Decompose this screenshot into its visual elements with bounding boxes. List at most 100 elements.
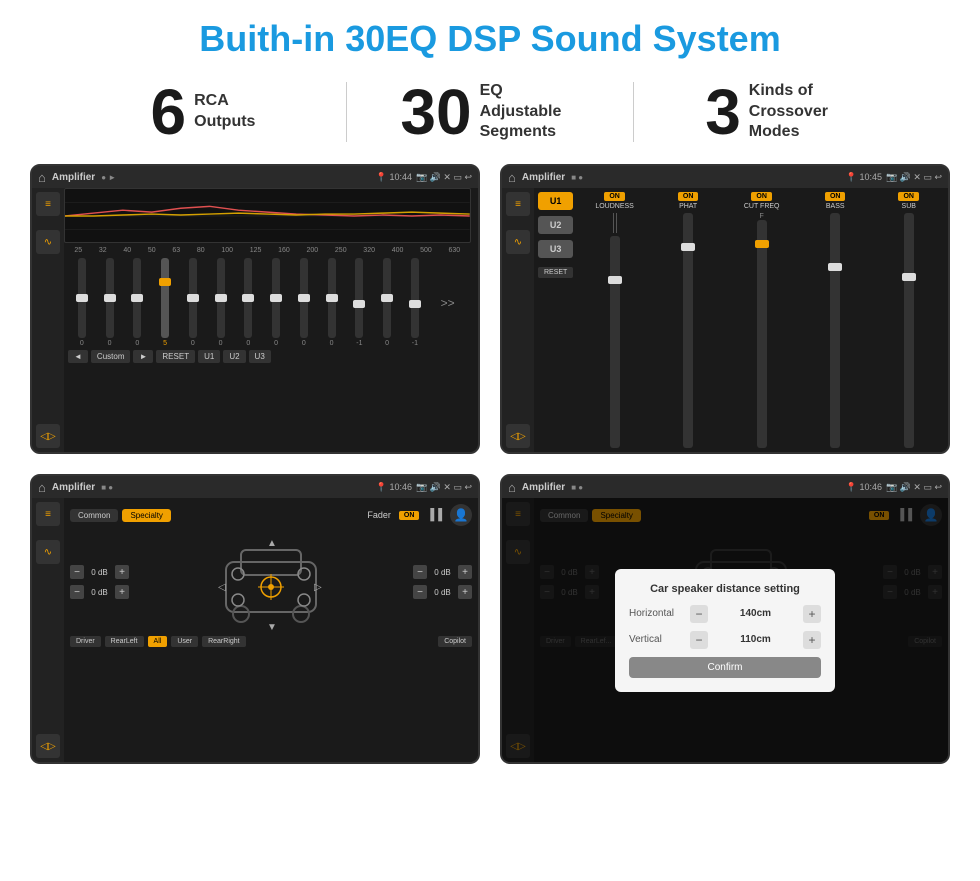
xover-u1-btn[interactable]: U1 bbox=[538, 192, 573, 210]
loudness-on-btn[interactable]: ON bbox=[604, 192, 625, 201]
fader-home-icon[interactable]: ⌂ bbox=[38, 480, 46, 495]
sub-on-btn[interactable]: ON bbox=[898, 192, 919, 201]
fader-status-bar: ⌂ Amplifier ■ ● 📍 10:46 📷 🔊 ✕ ▭ ↩ bbox=[32, 476, 478, 498]
xover-u2-btn[interactable]: U2 bbox=[538, 216, 573, 234]
db-control-2: − 0 dB + bbox=[70, 585, 129, 599]
driver-btn[interactable]: Driver bbox=[70, 636, 101, 647]
eq-more[interactable]: >> bbox=[439, 294, 457, 312]
dialog-dots: ■ ● bbox=[571, 483, 583, 492]
xover-status-icons: 📷 🔊 ✕ ▭ ↩ bbox=[886, 172, 942, 183]
xover-sub: ON SUB bbox=[873, 192, 944, 448]
svg-text:▼: ▼ bbox=[267, 622, 277, 632]
fader-ctrl-filter[interactable]: ≡ bbox=[36, 502, 60, 526]
db3-value: 0 dB bbox=[430, 568, 455, 577]
xover-ctrl-volume[interactable]: ◁▷ bbox=[506, 424, 530, 448]
xover-bass: ON BASS bbox=[800, 192, 871, 448]
eq-slider-7: 0 bbox=[244, 258, 252, 347]
eq-u1-btn[interactable]: U1 bbox=[198, 350, 220, 363]
xover-u3-btn[interactable]: U3 bbox=[538, 240, 573, 258]
common-tab[interactable]: Common bbox=[70, 509, 118, 522]
db1-minus-btn[interactable]: − bbox=[70, 565, 84, 579]
fader-status-icons: 📷 🔊 ✕ ▭ ↩ bbox=[416, 482, 472, 493]
eq-slider-4: 5 bbox=[161, 258, 169, 347]
all-btn[interactable]: All bbox=[148, 636, 168, 647]
db4-minus-btn[interactable]: − bbox=[413, 585, 427, 599]
fader-ctrl-wave[interactable]: ∿ bbox=[36, 540, 60, 564]
vertical-plus-btn[interactable]: + bbox=[803, 631, 821, 649]
fader-screen-content: ≡ ∿ ◁▷ Common Specialty Fader ON ▐▐ 👤 − bbox=[32, 498, 478, 762]
home-icon[interactable]: ⌂ bbox=[38, 170, 46, 185]
xover-ctrl-filter[interactable]: ≡ bbox=[506, 192, 530, 216]
db3-plus-btn[interactable]: + bbox=[458, 565, 472, 579]
fader-ctrl-volume[interactable]: ◁▷ bbox=[36, 734, 60, 758]
db1-value: 0 dB bbox=[87, 568, 112, 577]
fader-center-controls: − 0 dB + − 0 dB + bbox=[70, 532, 472, 632]
eq-custom-btn[interactable]: Custom bbox=[91, 350, 131, 363]
rearright-btn[interactable]: RearRight bbox=[202, 636, 246, 647]
user-btn[interactable]: User bbox=[171, 636, 198, 647]
vertical-minus-btn[interactable]: − bbox=[690, 631, 708, 649]
rearleft-btn[interactable]: RearLeft bbox=[105, 636, 144, 647]
fader-time: 📍 10:46 bbox=[376, 482, 412, 493]
fader-tabs-row: Common Specialty Fader ON ▐▐ 👤 bbox=[70, 504, 472, 526]
eq-slider-13: -1 bbox=[411, 258, 419, 347]
eq-ctrl-volume[interactable]: ◁▷ bbox=[36, 424, 60, 448]
fader-main-area: Common Specialty Fader ON ▐▐ 👤 − 0 dB + bbox=[64, 498, 478, 762]
eq-ctrl-filter[interactable]: ≡ bbox=[36, 192, 60, 216]
eq-slider-5: 0 bbox=[189, 258, 197, 347]
xover-left-controls: ≡ ∿ ◁▷ bbox=[502, 188, 534, 452]
db2-minus-btn[interactable]: − bbox=[70, 585, 84, 599]
horizontal-label: Horizontal bbox=[629, 608, 684, 619]
bass-label: BASS bbox=[826, 203, 845, 210]
dialog-screen: ⌂ Amplifier ■ ● 📍 10:46 📷 🔊 ✕ ▭ ↩ ≡ ∿ ◁▷… bbox=[500, 474, 950, 764]
bass-on-btn[interactable]: ON bbox=[825, 192, 846, 201]
xover-cutfreq: ON CUT FREQ F bbox=[726, 192, 797, 448]
dialog-title: Car speaker distance setting bbox=[629, 583, 821, 595]
specialty-tab[interactable]: Specialty bbox=[122, 509, 170, 522]
db1-plus-btn[interactable]: + bbox=[115, 565, 129, 579]
horizontal-plus-btn[interactable]: + bbox=[803, 605, 821, 623]
xover-screen-content: ≡ ∿ ◁▷ U1 U2 U3 RESET ON LOUDNESS bbox=[502, 188, 948, 452]
eq-dots: ● ► bbox=[101, 173, 116, 182]
xover-time: 📍 10:45 bbox=[846, 172, 882, 183]
eq-u3-btn[interactable]: U3 bbox=[249, 350, 271, 363]
screens-grid: ⌂ Amplifier ● ► 📍 10:44 📷 🔊 ✕ ▭ ↩ ≡ ∿ ◁▷ bbox=[0, 154, 980, 774]
eq-next-btn[interactable]: ► bbox=[133, 350, 153, 363]
xover-app-title: Amplifier bbox=[522, 172, 565, 183]
vertical-label: Vertical bbox=[629, 634, 684, 645]
xover-reset-btn[interactable]: RESET bbox=[538, 267, 573, 278]
fader-on-badge[interactable]: ON bbox=[399, 511, 420, 520]
eq-left-controls: ≡ ∿ ◁▷ bbox=[32, 188, 64, 452]
xover-status-bar: ⌂ Amplifier ■ ● 📍 10:45 📷 🔊 ✕ ▭ ↩ bbox=[502, 166, 948, 188]
eq-u2-btn[interactable]: U2 bbox=[223, 350, 245, 363]
eq-ctrl-wave[interactable]: ∿ bbox=[36, 230, 60, 254]
copilot-btn[interactable]: Copilot bbox=[438, 636, 472, 647]
db3-minus-btn[interactable]: − bbox=[413, 565, 427, 579]
stat-crossover: 3 Kinds ofCrossover Modes bbox=[634, 80, 920, 144]
eq-graph bbox=[64, 188, 471, 243]
horizontal-value: 140cm bbox=[714, 608, 797, 619]
fader-screen: ⌂ Amplifier ■ ● 📍 10:46 📷 🔊 ✕ ▭ ↩ ≡ ∿ ◁▷… bbox=[30, 474, 480, 764]
cutfreq-label: CUT FREQ bbox=[744, 203, 780, 210]
db4-plus-btn[interactable]: + bbox=[458, 585, 472, 599]
eq-prev-btn[interactable]: ◄ bbox=[68, 350, 88, 363]
eq-status-bar: ⌂ Amplifier ● ► 📍 10:44 📷 🔊 ✕ ▭ ↩ bbox=[32, 166, 478, 188]
phat-on-btn[interactable]: ON bbox=[678, 192, 699, 201]
eq-reset-btn[interactable]: RESET bbox=[156, 350, 195, 363]
dialog-home-icon[interactable]: ⌂ bbox=[508, 480, 516, 495]
db2-plus-btn[interactable]: + bbox=[115, 585, 129, 599]
fader-app-title: Amplifier bbox=[52, 482, 95, 493]
cutfreq-on-btn[interactable]: ON bbox=[751, 192, 772, 201]
phat-label: PHAT bbox=[679, 203, 697, 210]
eq-slider-11: -1 bbox=[355, 258, 363, 347]
xover-ctrl-wave[interactable]: ∿ bbox=[506, 230, 530, 254]
horizontal-minus-btn[interactable]: − bbox=[690, 605, 708, 623]
eq-slider-10: 0 bbox=[328, 258, 336, 347]
eq-slider-8: 0 bbox=[272, 258, 280, 347]
xover-home-icon[interactable]: ⌂ bbox=[508, 170, 516, 185]
db2-value: 0 dB bbox=[87, 588, 112, 597]
db-control-3: − 0 dB + bbox=[413, 565, 472, 579]
dialog-overlay: Car speaker distance setting Horizontal … bbox=[502, 498, 948, 762]
eq-screen: ⌂ Amplifier ● ► 📍 10:44 📷 🔊 ✕ ▭ ↩ ≡ ∿ ◁▷ bbox=[30, 164, 480, 454]
confirm-button[interactable]: Confirm bbox=[629, 657, 821, 678]
